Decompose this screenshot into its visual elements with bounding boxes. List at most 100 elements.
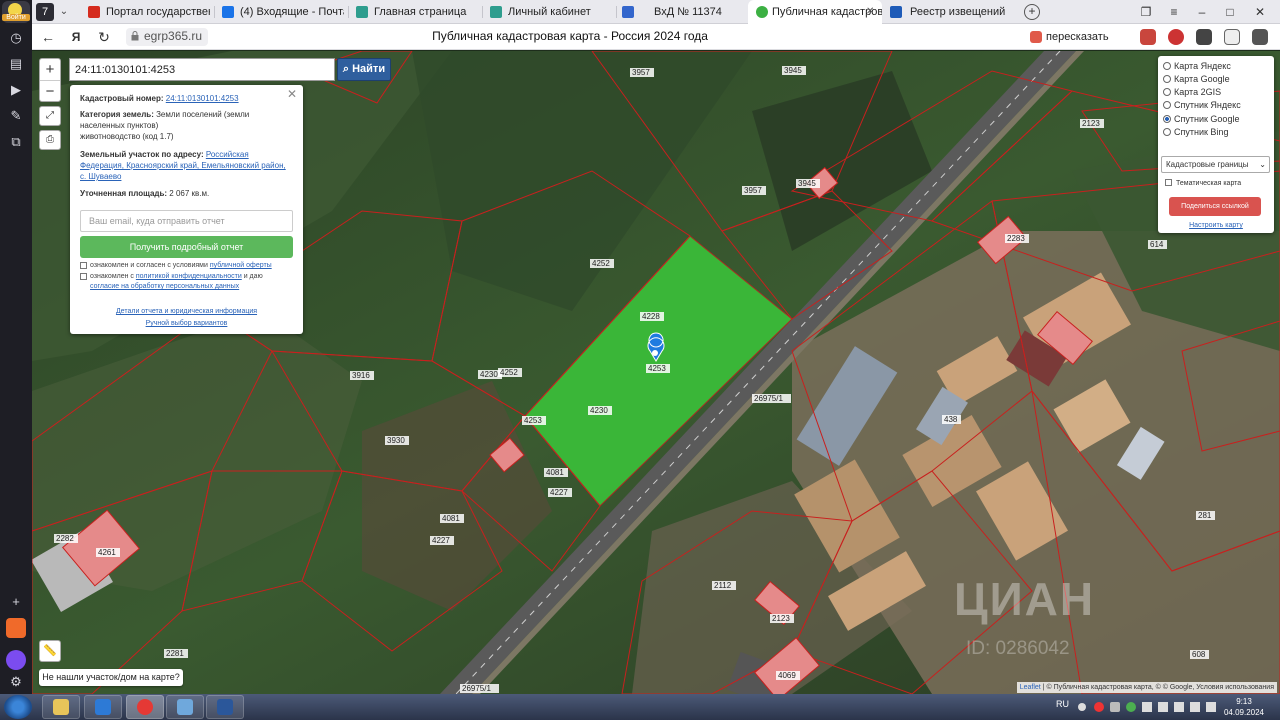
language-indicator[interactable]: RU bbox=[1056, 699, 1069, 709]
extension-icon[interactable] bbox=[1196, 29, 1212, 45]
clock[interactable]: 9:13 04.09.2024 bbox=[1220, 696, 1268, 718]
plot-number-label[interactable]: 614 bbox=[1150, 240, 1164, 249]
zoom-in-button[interactable]: + bbox=[40, 59, 60, 80]
layer-yandex-map[interactable]: Карта Яндекс bbox=[1163, 60, 1231, 73]
plot-number-label[interactable]: 3945 bbox=[784, 66, 802, 75]
fullscreen-icon[interactable]: ⤢ bbox=[39, 106, 61, 126]
close-window-icon[interactable]: ✕ bbox=[1246, 0, 1274, 24]
close-tab-icon[interactable]: ✕ bbox=[866, 0, 874, 24]
offer-checkbox[interactable] bbox=[80, 262, 87, 269]
plot-number-label[interactable]: 2281 bbox=[166, 649, 184, 658]
plot-number-label[interactable]: 2282 bbox=[56, 534, 74, 543]
leaflet-link[interactable]: Leaflet bbox=[1020, 684, 1041, 691]
volume-icon[interactable] bbox=[1190, 702, 1200, 712]
cadastral-map[interactable]: 3957 3945 3957 3945 4252 4228 4253 4230 4252 4230… bbox=[32, 51, 1280, 694]
tray-icon[interactable] bbox=[1206, 702, 1216, 712]
explorer-app[interactable] bbox=[42, 695, 80, 719]
history-icon[interactable]: ◷ bbox=[6, 28, 26, 48]
tab-main-page[interactable]: Главная страница bbox=[356, 0, 478, 24]
screenshot-icon[interactable]: ⧉ bbox=[6, 132, 26, 152]
get-report-button[interactable]: Получить подробный отчет bbox=[80, 236, 293, 258]
overlay-select[interactable]: Кадастровые границы ⌄ bbox=[1161, 156, 1270, 173]
layer-google-satellite[interactable]: Спутник Google bbox=[1163, 113, 1239, 126]
layer-2gis-map[interactable]: Карта 2GIS bbox=[1163, 86, 1221, 99]
plot-number-label[interactable]: 4252 bbox=[500, 368, 518, 377]
settings-icon[interactable]: ⚙ bbox=[6, 672, 26, 692]
plot-number-label[interactable]: 3957 bbox=[632, 68, 650, 77]
plot-number-label[interactable]: 4253 bbox=[648, 364, 666, 373]
layer-google-map[interactable]: Карта Google bbox=[1163, 73, 1230, 86]
chevron-down-icon[interactable]: ⌄ bbox=[56, 3, 72, 21]
share-link-button[interactable]: Поделиться ссылкой bbox=[1169, 197, 1261, 216]
extension-icon[interactable] bbox=[1140, 29, 1156, 45]
retell-button[interactable]: пересказать bbox=[1028, 27, 1115, 47]
plot-number-label[interactable]: 4081 bbox=[546, 468, 564, 477]
extension-icon[interactable] bbox=[1224, 29, 1240, 45]
personal-data-link[interactable]: согласие на обработку персональных данны… bbox=[90, 283, 239, 290]
new-tab-button[interactable]: + bbox=[1024, 4, 1040, 20]
tab-notices-registry[interactable]: Реестр извещений bbox=[890, 0, 1018, 24]
plot-number-label[interactable]: 608 bbox=[1192, 650, 1206, 659]
screen-app[interactable] bbox=[166, 695, 204, 719]
word-app[interactable] bbox=[206, 695, 244, 719]
tab-incoming-doc[interactable]: ВхД № 11374 bbox=[622, 0, 740, 24]
plot-number-label[interactable]: 438 bbox=[944, 415, 958, 424]
tray-icon[interactable] bbox=[1142, 702, 1152, 712]
tray-icon[interactable] bbox=[1094, 702, 1104, 712]
plot-number-label[interactable]: 3930 bbox=[387, 436, 405, 445]
zoom-out-button[interactable]: − bbox=[40, 81, 60, 102]
plot-number-label[interactable]: 4227 bbox=[432, 536, 450, 545]
cad-number-link[interactable]: 24:11:0130101:4253 bbox=[166, 94, 239, 103]
maximize-icon[interactable]: □ bbox=[1216, 0, 1244, 24]
login-button[interactable]: Войти bbox=[2, 1, 30, 23]
plot-number-label[interactable]: 3945 bbox=[798, 179, 816, 188]
plot-number-label[interactable]: 26975/1 bbox=[462, 684, 491, 693]
notes-icon[interactable]: ✎ bbox=[6, 106, 26, 126]
plot-number-label[interactable]: 2283 bbox=[1007, 234, 1025, 243]
bookmarks-icon[interactable]: ❐ bbox=[1132, 0, 1160, 24]
offer-link[interactable]: публичной оферты bbox=[210, 262, 272, 269]
tab-cadastral-map[interactable]: Публичная кадастрова ✕ bbox=[748, 0, 882, 24]
privacy-policy-link[interactable]: политикой конфиденциальности bbox=[136, 273, 242, 280]
menu-icon[interactable]: ≡ bbox=[1160, 0, 1188, 24]
report-details-link[interactable]: Детали отчета и юридическая информация bbox=[116, 308, 257, 315]
email-field[interactable]: Ваш email, куда отправить отчет bbox=[80, 210, 293, 232]
manual-selection-link[interactable]: Ручной выбор вариантов bbox=[146, 320, 228, 327]
plot-number-label[interactable]: 4261 bbox=[98, 548, 116, 557]
tray-icon[interactable] bbox=[1110, 702, 1120, 712]
plot-number-label[interactable]: 4228 bbox=[642, 312, 660, 321]
start-button[interactable] bbox=[4, 695, 32, 719]
plot-number-label[interactable]: 2123 bbox=[1082, 119, 1100, 128]
privacy-checkbox[interactable] bbox=[80, 273, 87, 280]
not-found-button[interactable]: Не нашли участок/дом на карте? bbox=[39, 669, 183, 686]
print-icon[interactable]: ⎙ bbox=[39, 130, 61, 150]
find-button[interactable]: ⌕ Найти bbox=[337, 58, 391, 81]
plot-number-label[interactable]: 3916 bbox=[352, 371, 370, 380]
network-icon[interactable] bbox=[1158, 702, 1168, 712]
plot-number-label[interactable]: 4081 bbox=[442, 514, 460, 523]
configure-map-link[interactable]: Настроить карту bbox=[1158, 222, 1274, 229]
plot-number-label[interactable]: 2112 bbox=[714, 581, 732, 590]
tab-mail[interactable]: (4) Входящие - Почта Ма bbox=[222, 0, 344, 24]
vscode-app[interactable] bbox=[84, 695, 122, 719]
layer-bing-satellite[interactable]: Спутник Bing bbox=[1163, 126, 1228, 139]
add-panel-icon[interactable]: + bbox=[6, 592, 26, 612]
alice-icon[interactable] bbox=[6, 650, 26, 670]
tab-gosuslugi[interactable]: Портал государственных bbox=[88, 0, 210, 24]
layer-yandex-satellite[interactable]: Спутник Яндекс bbox=[1163, 99, 1241, 112]
plot-number-label[interactable]: 26975/1 bbox=[754, 394, 783, 403]
plot-number-label[interactable]: 281 bbox=[1198, 511, 1212, 520]
yandex-browser-app[interactable] bbox=[126, 695, 164, 719]
tray-icon[interactable] bbox=[1126, 702, 1136, 712]
plot-number-label[interactable]: 3957 bbox=[744, 186, 762, 195]
network-icon[interactable] bbox=[1174, 702, 1184, 712]
tab-cabinet[interactable]: Личный кабинет bbox=[490, 0, 612, 24]
plot-number-label[interactable]: 4230 bbox=[480, 370, 498, 379]
cadastral-search-input[interactable] bbox=[69, 58, 335, 81]
extension-icon[interactable] bbox=[1168, 29, 1184, 45]
video-icon[interactable]: ▶ bbox=[6, 80, 26, 100]
download-icon[interactable] bbox=[1252, 29, 1268, 45]
thematic-map-checkbox[interactable]: Тематическая карта bbox=[1165, 179, 1241, 189]
ruler-icon[interactable]: 📏 bbox=[39, 640, 61, 662]
app-icon[interactable] bbox=[6, 618, 26, 638]
